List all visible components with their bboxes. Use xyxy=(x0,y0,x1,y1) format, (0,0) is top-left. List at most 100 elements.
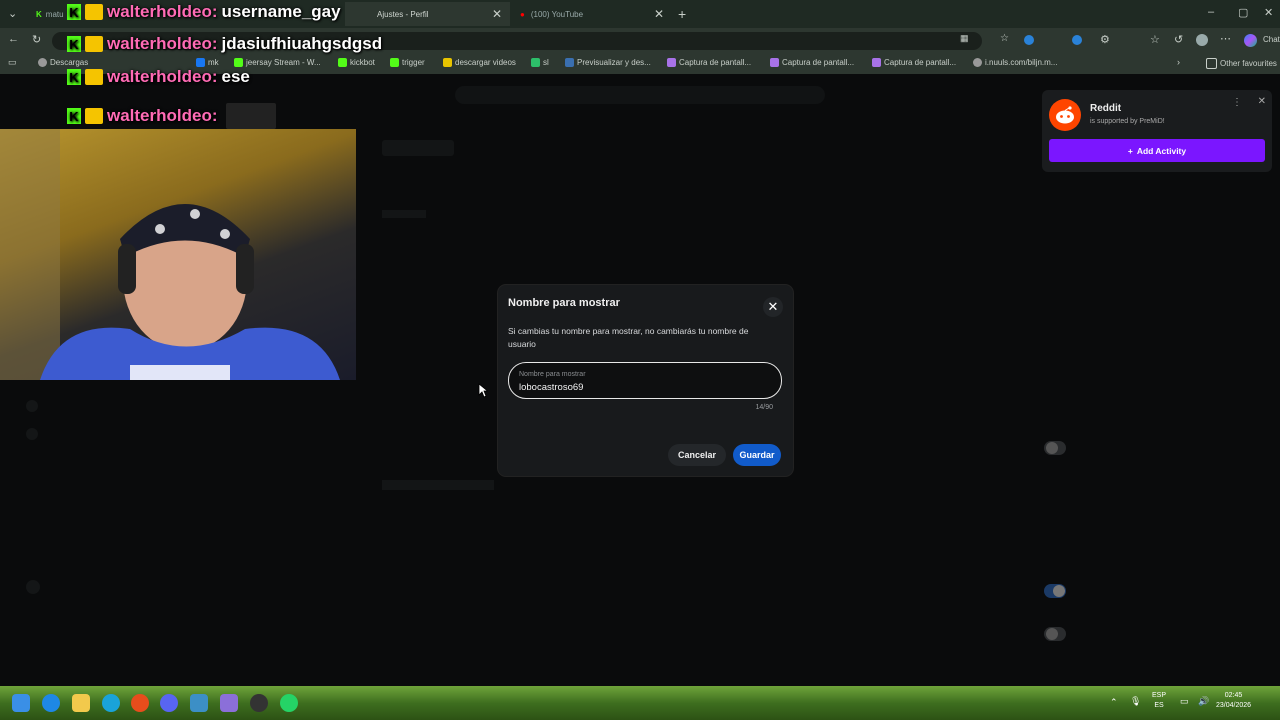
bookmark-item[interactable]: trigger xyxy=(390,58,425,67)
maximize-icon[interactable]: ▢ xyxy=(1238,6,1248,19)
crown-badge-icon xyxy=(85,4,103,20)
bookmark-item[interactable]: kickbot xyxy=(338,58,375,67)
kick-icon xyxy=(390,58,399,67)
add-activity-label: Add Activity xyxy=(1136,145,1187,156)
folder-icon xyxy=(1206,58,1217,69)
history-icon[interactable]: ↺ xyxy=(1174,33,1183,46)
bookmark-label: i.nuuls.com/biljn.m... xyxy=(985,58,1058,67)
back-icon[interactable]: ← xyxy=(8,33,19,45)
edge-icon[interactable] xyxy=(42,694,60,712)
extension-icon[interactable] xyxy=(1072,35,1082,45)
add-activity-button[interactable]: + Add Activity xyxy=(1049,139,1265,162)
webcam-feed xyxy=(0,129,356,380)
rp-icon xyxy=(565,58,574,67)
display-name-input[interactable] xyxy=(519,380,759,394)
windows-start-icon[interactable] xyxy=(12,694,30,712)
chat-message: jdasiufhiuahgsdgsd xyxy=(221,34,383,53)
volume-icon[interactable]: 🔊 xyxy=(1198,696,1209,707)
close-tab-icon[interactable]: ✕ xyxy=(492,7,502,21)
chat-emote-image xyxy=(225,103,276,129)
whatsapp-icon[interactable] xyxy=(280,694,298,712)
bookmark-item[interactable]: sl xyxy=(531,58,549,67)
app-icon[interactable] xyxy=(190,694,208,712)
setting-toggle xyxy=(1044,441,1066,455)
save-button[interactable]: Guardar xyxy=(733,444,781,466)
monitor-icon[interactable]: ▭ xyxy=(1180,696,1189,707)
bookmark-label: Captura de pantall... xyxy=(884,58,957,67)
stream-chat-line: K walterholdeo: xyxy=(67,103,276,129)
setting-toggle xyxy=(1044,584,1066,598)
more-options-icon[interactable]: ⋮ xyxy=(1232,97,1242,108)
bookmark-item[interactable]: Previsualizar y des... xyxy=(565,58,651,67)
stream-chat-line: K walterholdeo: jdasiufhiuahgsdgsd xyxy=(67,34,382,54)
premid-popup: Reddit is supported by PreMiD! ⋮ ✕ + Add… xyxy=(1042,90,1272,172)
kick-badge-icon: K xyxy=(67,69,81,85)
section-heading-placeholder xyxy=(382,480,494,490)
settings-heading-placeholder xyxy=(382,140,454,156)
app-icon[interactable] xyxy=(102,694,120,712)
pen-icon xyxy=(770,58,779,67)
other-favourites[interactable]: Other favourites xyxy=(1206,58,1277,69)
copilot-icon[interactable] xyxy=(1244,34,1257,47)
chevron-up-icon[interactable]: ⌃ xyxy=(1110,697,1118,708)
window-close-icon[interactable]: ✕ xyxy=(1264,6,1273,19)
modal-description: Si cambias tu nombre para mostrar, no ca… xyxy=(508,326,749,349)
clock[interactable]: 02:45 23/04/2026 xyxy=(1216,691,1251,711)
bookmark-item[interactable]: Descargas xyxy=(38,58,88,67)
bookmark-item[interactable]: Captura de pantall... xyxy=(872,58,956,67)
sidebar-item-placeholder xyxy=(26,400,38,412)
file-explorer-icon[interactable] xyxy=(72,694,90,712)
bookmark-label: Previsualizar y des... xyxy=(577,58,651,67)
app-icon[interactable] xyxy=(131,694,149,712)
close-icon[interactable]: ✕ xyxy=(1258,96,1266,107)
display-name-field[interactable]: Nombre para mostrar xyxy=(508,362,782,399)
reader-icon[interactable]: ▦ xyxy=(960,33,969,44)
tab-ajustes[interactable]: Ajustes - Perfil ✕ xyxy=(345,2,510,26)
minimize-icon[interactable]: – xyxy=(1208,6,1214,18)
cancel-button[interactable]: Cancelar xyxy=(668,444,726,466)
sidebar-item-placeholder xyxy=(26,428,38,440)
bookmark-label: sl xyxy=(543,58,549,67)
setting-toggle xyxy=(1044,627,1066,641)
stream-chat-line: K walterholdeo: username_gay xyxy=(67,2,341,22)
tab-youtube[interactable]: ● (100) YouTube ✕ xyxy=(512,2,672,26)
download-icon xyxy=(443,58,452,67)
bookmark-item[interactable]: i.nuuls.com/biljn.m... xyxy=(973,58,1057,67)
extensions-puzzle-icon[interactable]: ⚙ xyxy=(1100,33,1110,46)
bookmark-label: descargar videos xyxy=(455,58,516,67)
bookmark-item[interactable]: jeersay Stream - W... xyxy=(234,58,321,67)
chat-message: username_gay xyxy=(221,2,341,21)
sidebar-toggle-icon[interactable]: ▭ xyxy=(8,57,17,68)
profile-avatar[interactable] xyxy=(1196,34,1208,46)
chat-username: walterholdeo: xyxy=(107,34,218,53)
bookmark-item[interactable]: descargar videos xyxy=(443,58,516,67)
bookmark-label: Captura de pantall... xyxy=(782,58,855,67)
sidebar-item-placeholder xyxy=(26,580,40,594)
new-tab-icon[interactable]: + xyxy=(678,6,686,22)
extension-icon[interactable] xyxy=(1024,35,1034,45)
chat-username: walterholdeo: xyxy=(107,106,218,125)
tab-search-icon[interactable]: ⌄ xyxy=(8,7,17,20)
discord-icon[interactable] xyxy=(160,694,178,712)
more-menu-icon[interactable]: ⋯ xyxy=(1220,32,1231,45)
kick-icon xyxy=(338,58,347,67)
app-icon[interactable] xyxy=(220,694,238,712)
close-modal-icon[interactable]: ✕ xyxy=(763,297,783,317)
obs-icon[interactable] xyxy=(250,694,268,712)
favorite-star-icon[interactable]: ☆ xyxy=(1000,33,1009,44)
close-tab-icon[interactable]: ✕ xyxy=(654,7,664,21)
chat-label[interactable]: Chat xyxy=(1263,35,1280,44)
premid-title: Reddit xyxy=(1090,103,1122,114)
bookmark-item[interactable]: Captura de pantall... xyxy=(770,58,854,67)
crown-badge-icon xyxy=(85,108,103,124)
pen-icon xyxy=(667,58,676,67)
chevron-right-icon[interactable]: › xyxy=(1177,57,1180,67)
collections-icon[interactable]: ☆ xyxy=(1150,33,1160,46)
language-indicator[interactable]: ESP ES xyxy=(1152,691,1166,711)
bookmark-item[interactable]: Captura de pantall... xyxy=(667,58,751,67)
bookmark-item[interactable]: mk xyxy=(196,58,219,67)
reload-icon[interactable]: ↻ xyxy=(32,33,41,46)
tab-label: matu xyxy=(45,9,64,19)
sl-icon xyxy=(531,58,540,67)
microphone-icon[interactable]: 🎙 xyxy=(1130,696,1141,707)
